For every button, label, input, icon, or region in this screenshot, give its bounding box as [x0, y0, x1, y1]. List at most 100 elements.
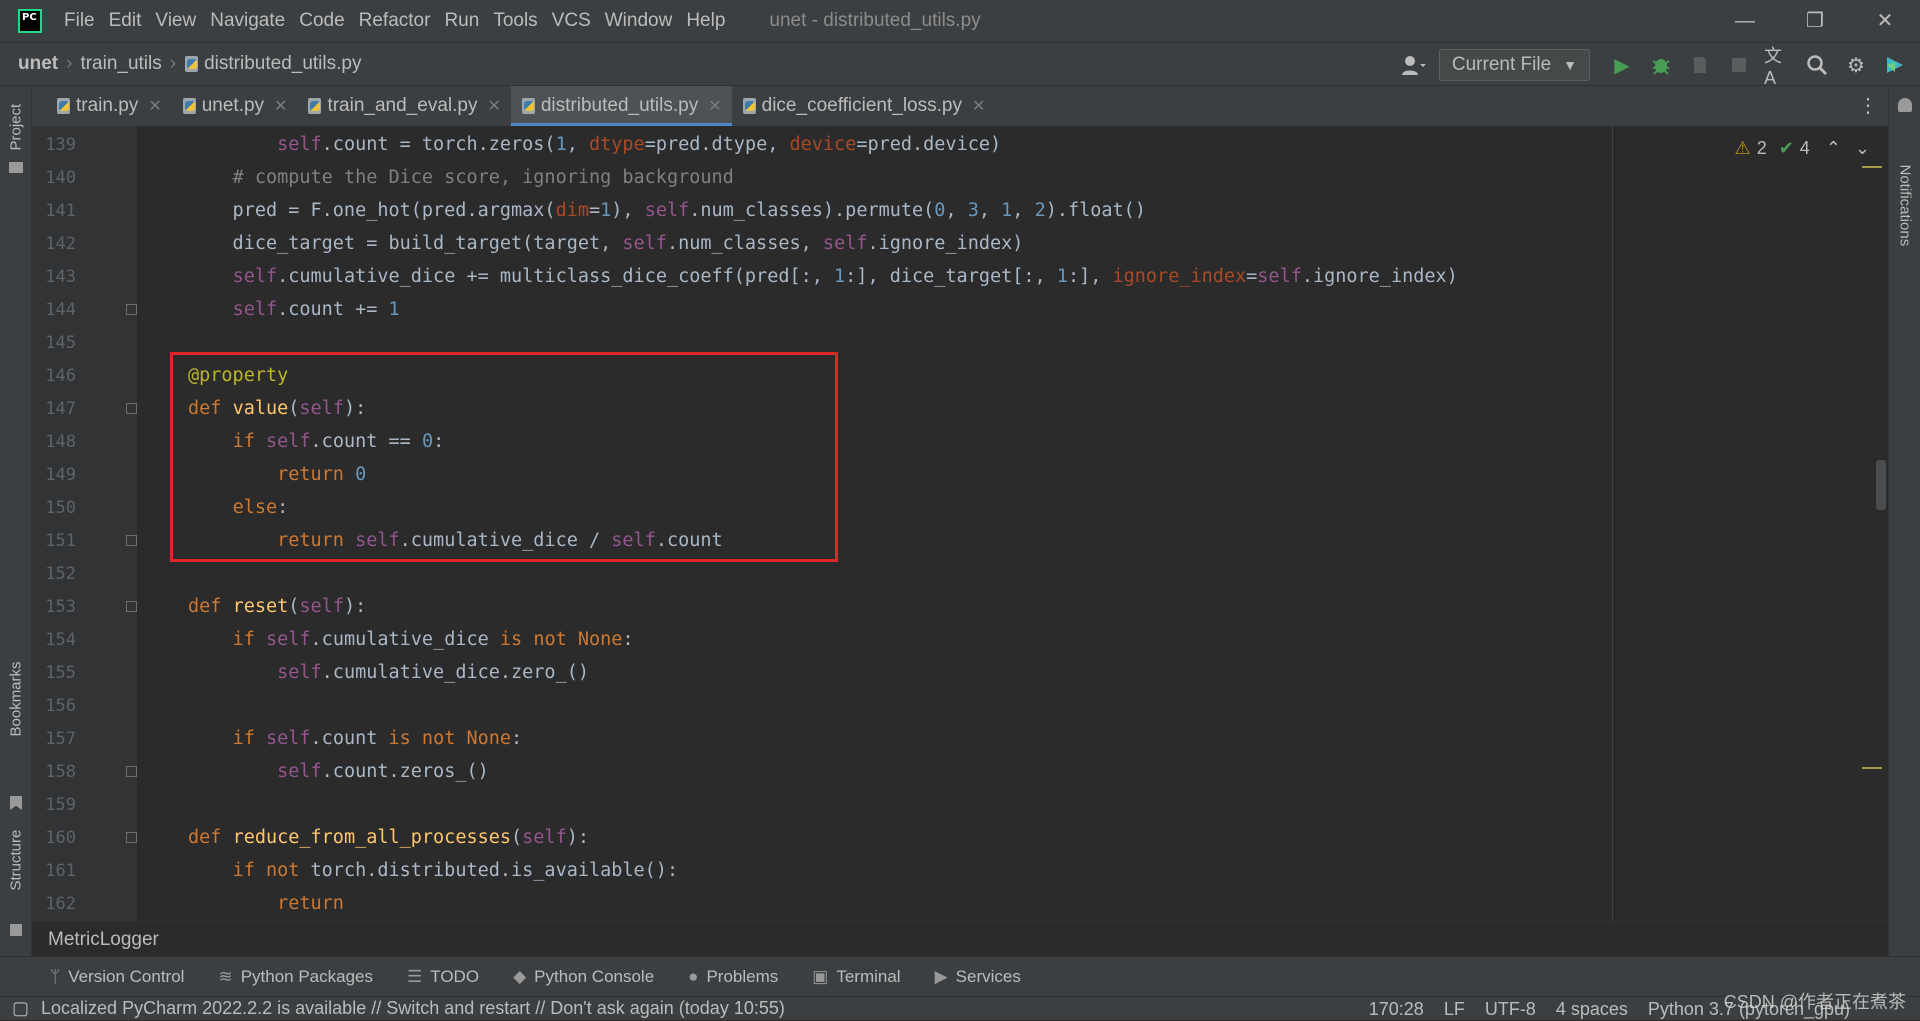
toggle-panel-icon[interactable]: ▢	[12, 998, 29, 1019]
run-configuration-select[interactable]: Current File ▼	[1438, 49, 1590, 81]
more-vertical-icon[interactable]: ⋮	[1858, 86, 1878, 126]
tab-train-and-eval-py[interactable]: train_and_eval.py ✕	[297, 86, 510, 126]
python-console-icon: ◆	[513, 966, 527, 986]
warning-stripe-marker[interactable]	[1862, 166, 1882, 168]
project-tool-tab[interactable]: Project	[0, 104, 32, 164]
close-icon[interactable]: ✕	[972, 96, 985, 116]
fold-marker-icon[interactable]	[126, 601, 137, 612]
tool-label: Python Console	[534, 966, 655, 986]
tool-services[interactable]: ▶ Services	[935, 967, 1021, 987]
fold-marker-icon[interactable]	[126, 304, 137, 315]
close-icon[interactable]: ✕	[487, 96, 500, 116]
search-icon[interactable]	[1803, 51, 1831, 79]
line-separator[interactable]: LF	[1444, 999, 1465, 1020]
line-number: 158	[45, 762, 76, 782]
chevron-up-icon[interactable]: ⌃	[1826, 138, 1841, 159]
structure-tool-tab[interactable]: Structure	[0, 830, 32, 916]
translate-icon[interactable]: 文A	[1764, 46, 1792, 88]
breadcrumb-folder[interactable]: train_utils	[80, 53, 161, 75]
fold-marker-icon[interactable]	[126, 403, 137, 414]
pycharm-logo-icon: PC	[18, 9, 42, 33]
tool-terminal[interactable]: ▣ Terminal	[812, 967, 900, 987]
close-window-button[interactable]: ✕	[1850, 0, 1920, 42]
gear-icon[interactable]: ⚙	[1842, 51, 1870, 79]
menu-tools[interactable]: Tools	[493, 10, 537, 32]
account-icon[interactable]	[1400, 51, 1428, 79]
code-token: # compute the Dice score, ignoring backg…	[232, 167, 734, 188]
right-tool-strip: Notifications	[1888, 86, 1920, 956]
status-message[interactable]: Localized PyCharm 2022.2.2 is available …	[41, 998, 785, 1019]
fold-marker-icon[interactable]	[126, 832, 137, 843]
tab-train-py[interactable]: train.py ✕	[46, 86, 172, 126]
fold-marker-icon[interactable]	[126, 766, 137, 777]
editor-tabs: train.py ✕ unet.py ✕ train_and_eval.py ✕…	[0, 86, 1920, 126]
breadcrumb-project[interactable]: unet	[18, 53, 58, 75]
code-breadcrumb[interactable]: MetricLogger	[32, 921, 1888, 956]
menu-help[interactable]: Help	[686, 10, 725, 32]
code-token: self	[644, 200, 690, 221]
breadcrumb-file[interactable]: distributed_utils.py	[204, 53, 361, 75]
code-token: ignore_index	[1112, 266, 1247, 287]
caret-position[interactable]: 170:28	[1369, 999, 1424, 1020]
code-token: def	[188, 596, 233, 617]
tool-python-console[interactable]: ◆ Python Console	[513, 967, 654, 987]
plugin-logo-icon[interactable]	[1881, 51, 1909, 79]
menu-edit[interactable]: Edit	[109, 10, 142, 32]
code-editor[interactable]: 139 140 141 142 143 144 145 146 147 148 …	[32, 126, 1888, 921]
vertical-scrollbar[interactable]	[1876, 460, 1886, 510]
line-number: 139	[45, 135, 76, 155]
debug-icon[interactable]	[1647, 51, 1675, 79]
tool-label: Terminal	[836, 966, 901, 986]
code-token: 1	[555, 134, 567, 155]
line-number: 140	[45, 168, 76, 188]
menu-navigate[interactable]: Navigate	[210, 10, 285, 32]
bookmarks-tool-tab[interactable]: Bookmarks	[0, 661, 32, 766]
tool-problems[interactable]: ● Problems	[688, 967, 778, 987]
tool-label: Services	[955, 966, 1021, 986]
chevron-down-icon[interactable]: ⌄	[1855, 138, 1870, 159]
tab-label: train_and_eval.py	[327, 95, 478, 116]
menu-window[interactable]: Window	[605, 10, 673, 32]
tool-label: Problems	[706, 966, 779, 986]
tab-dice-coefficient-loss-py[interactable]: dice_coefficient_loss.py ✕	[732, 86, 996, 126]
coverage-icon[interactable]	[1686, 51, 1714, 79]
tool-todo[interactable]: ☰ TODO	[407, 967, 479, 987]
code-token: is not None	[388, 728, 512, 749]
line-number: 156	[45, 696, 76, 716]
close-icon[interactable]: ✕	[274, 96, 287, 116]
line-number: 145	[45, 333, 76, 353]
menu-vcs[interactable]: VCS	[552, 10, 591, 32]
code-line: self.count.zeros_()	[277, 761, 489, 782]
branch-icon: ᛘ	[50, 966, 61, 986]
restore-button[interactable]: ❐	[1780, 0, 1850, 42]
line-number: 159	[45, 795, 76, 815]
line-number: 152	[45, 564, 76, 584]
fold-marker-icon[interactable]	[126, 535, 137, 546]
menu-refactor[interactable]: Refactor	[359, 10, 431, 32]
tool-python-packages[interactable]: ≋ Python Packages	[218, 967, 373, 987]
warning-stripe-marker[interactable]	[1862, 767, 1882, 769]
menu-code[interactable]: Code	[299, 10, 344, 32]
code-line: def reset(self):	[188, 596, 367, 617]
notifications-tool-tab[interactable]: Notifications	[1889, 126, 1920, 247]
menu-run[interactable]: Run	[444, 10, 479, 32]
close-icon[interactable]: ✕	[148, 96, 161, 116]
run-icon[interactable]: ▶	[1608, 51, 1636, 79]
code-line: self.count = torch.zeros(1, dtype=pred.d…	[277, 134, 1002, 155]
stop-icon[interactable]	[1725, 51, 1753, 79]
indent-setting[interactable]: 4 spaces	[1556, 999, 1628, 1020]
inspection-widget[interactable]: ⚠ 2 ✔ 4 ⌃ ⌄	[1729, 138, 1870, 159]
code-token: return	[277, 893, 344, 914]
tab-unet-py[interactable]: unet.py ✕	[172, 86, 298, 126]
minimize-button[interactable]: —	[1710, 0, 1780, 42]
code-line: pred = F.one_hot(pred.argmax(dim=1), sel…	[188, 200, 1146, 221]
menu-file[interactable]: File	[64, 10, 95, 32]
tool-version-control[interactable]: ᛘ Version Control	[50, 967, 184, 987]
file-encoding[interactable]: UTF-8	[1485, 999, 1536, 1020]
structure-icon	[10, 924, 22, 936]
menu-view[interactable]: View	[155, 10, 196, 32]
close-icon[interactable]: ✕	[708, 96, 721, 116]
code-token: self	[277, 761, 322, 782]
tab-distributed-utils-py[interactable]: distributed_utils.py ✕	[510, 86, 732, 126]
code-line: # compute the Dice score, ignoring backg…	[188, 167, 734, 188]
